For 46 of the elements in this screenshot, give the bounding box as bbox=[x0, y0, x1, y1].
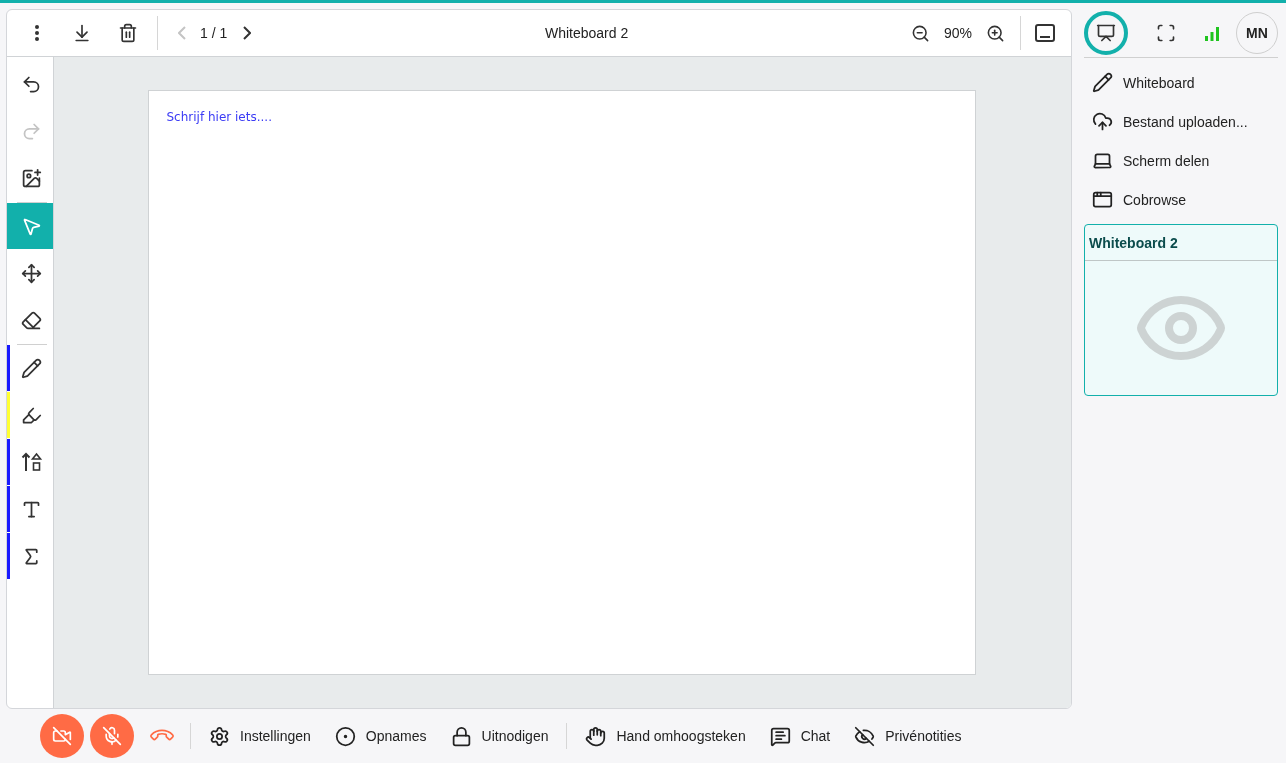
lock-icon bbox=[450, 725, 472, 747]
page-counter: 1 / 1 bbox=[200, 25, 228, 41]
presentation-icon bbox=[1096, 23, 1116, 43]
panel-icon bbox=[1034, 22, 1056, 44]
share-menu-item[interactable]: Bestand uploaden... bbox=[1092, 102, 1278, 141]
settings-button[interactable]: Instellingen bbox=[197, 716, 323, 756]
microphone-button[interactable] bbox=[90, 714, 134, 758]
arrow-shapes-icon bbox=[20, 451, 43, 473]
notes-button[interactable]: Privénotities bbox=[842, 716, 974, 756]
whiteboard-card[interactable]: Whiteboard 2 bbox=[1084, 224, 1278, 396]
trash-icon bbox=[118, 23, 138, 43]
camera-button[interactable] bbox=[40, 714, 84, 758]
hand-icon bbox=[585, 725, 607, 747]
invite-button[interactable]: Uitnodigen bbox=[438, 716, 561, 756]
canvas-text: Schrijf hier iets.... bbox=[166, 110, 272, 124]
present-button[interactable] bbox=[1084, 11, 1128, 55]
browser-window-icon bbox=[1092, 189, 1113, 210]
settings-icon bbox=[209, 725, 230, 747]
download-icon bbox=[72, 23, 92, 43]
zoom-level: 90% bbox=[943, 25, 972, 41]
card-title: Whiteboard 2 bbox=[1089, 234, 1178, 251]
chevron-right-icon bbox=[243, 26, 252, 40]
image-add-icon bbox=[21, 167, 42, 189]
eraser-icon bbox=[21, 309, 42, 331]
video-off-icon bbox=[52, 726, 72, 746]
chevron-left-icon bbox=[178, 26, 186, 40]
share-menu-item[interactable]: Scherm delen bbox=[1092, 141, 1278, 180]
share-menu-item[interactable]: Cobrowse bbox=[1092, 180, 1278, 219]
pencil-icon bbox=[1092, 72, 1113, 93]
cloud-upload-icon bbox=[1092, 111, 1113, 132]
eye-off-icon bbox=[854, 725, 876, 747]
chat-button[interactable]: Chat bbox=[757, 716, 843, 756]
hand-button[interactable]: Hand omhoogsteken bbox=[573, 716, 758, 756]
record-button[interactable]: Opnames bbox=[322, 716, 439, 756]
zoom-in-icon bbox=[985, 23, 1005, 43]
pencil-icon bbox=[21, 357, 42, 379]
more-icon bbox=[35, 25, 39, 41]
record-icon bbox=[334, 725, 356, 747]
zoom-out-icon bbox=[911, 23, 931, 43]
whiteboard-title: Whiteboard 2 bbox=[543, 25, 630, 41]
mic-off-icon bbox=[102, 726, 122, 746]
move-arrows-icon bbox=[21, 262, 42, 284]
fullscreen-icon bbox=[1156, 23, 1176, 43]
share-menu-item[interactable]: Whiteboard bbox=[1092, 63, 1278, 102]
signal-icon bbox=[1204, 25, 1220, 41]
chat-icon bbox=[769, 725, 791, 747]
